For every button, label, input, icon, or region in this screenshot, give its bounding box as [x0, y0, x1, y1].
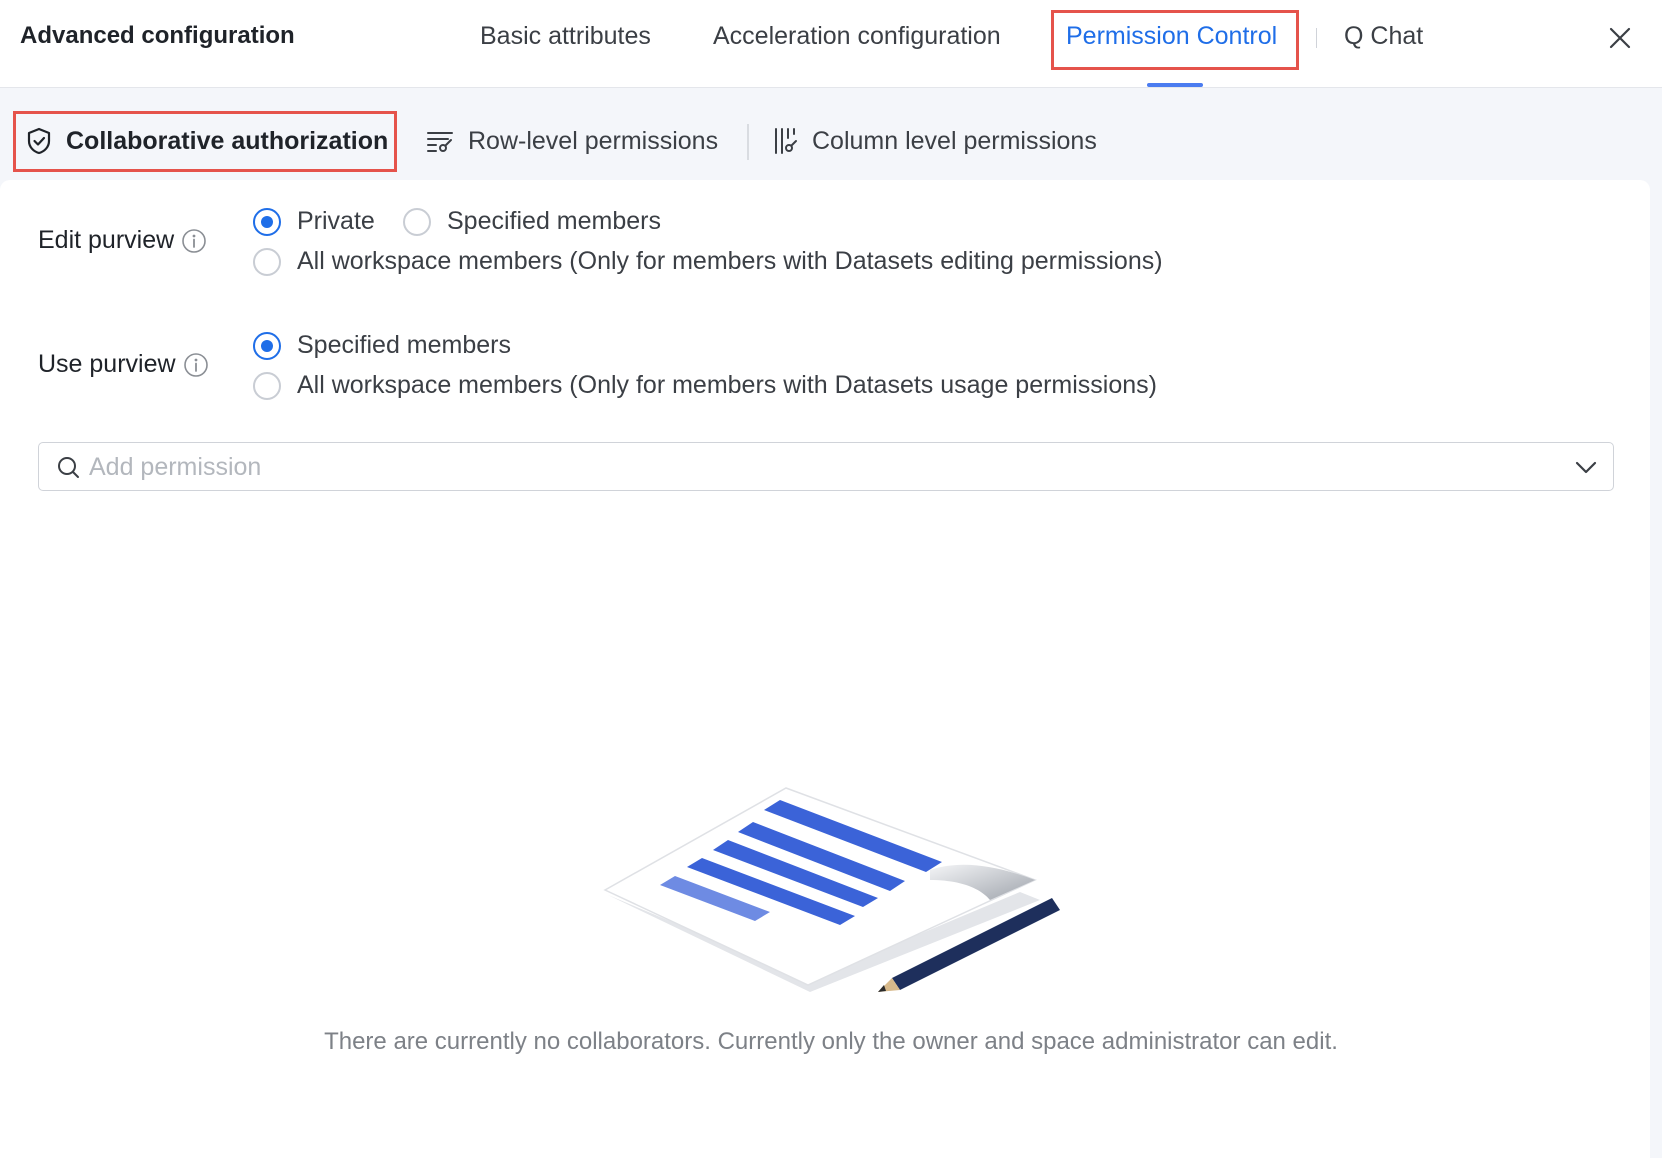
- radio-indicator[interactable]: [403, 207, 431, 236]
- search-icon: [58, 457, 79, 478]
- radio-label: Specified members: [297, 331, 511, 359]
- use-purview-label: Use purview: [38, 350, 209, 379]
- edit-purview-label: Edit purview: [38, 226, 207, 255]
- edit-purview-private-radio[interactable]: Private: [253, 207, 375, 236]
- permission-control-highlight: [1051, 10, 1299, 70]
- use-purview-text: Use purview: [38, 350, 176, 378]
- tab-basic-attributes[interactable]: Basic attributes: [480, 22, 651, 51]
- chevron-down-icon[interactable]: [1575, 457, 1597, 477]
- dialog-header: Advanced configuration Basic attributes …: [0, 0, 1662, 88]
- radio-label: All workspace members (Only for members …: [297, 247, 1163, 275]
- document-pencil-illustration: [603, 787, 1060, 992]
- column-filter-icon: [775, 128, 797, 154]
- collaborative-authorization-highlight: [13, 111, 397, 172]
- edit-purview-text: Edit purview: [38, 226, 175, 254]
- radio-label: Specified members: [447, 207, 661, 235]
- subtab-label: Row-level permissions: [468, 126, 719, 155]
- subtab-row-level-permissions[interactable]: Row-level permissions: [426, 112, 718, 170]
- edit-purview-all-workspace-radio[interactable]: All workspace members (Only for members …: [253, 247, 1163, 276]
- use-purview-specified-members-radio[interactable]: Specified members: [253, 331, 511, 360]
- tab-q-chat[interactable]: Q Chat: [1344, 22, 1423, 51]
- radio-label: Private: [297, 207, 375, 235]
- info-icon[interactable]: [181, 228, 207, 254]
- collaborative-authorization-panel: [0, 180, 1650, 1158]
- close-icon: [1609, 27, 1631, 49]
- active-tab-indicator: [1147, 83, 1203, 87]
- tab-divider: [1316, 28, 1317, 48]
- close-button[interactable]: [1606, 24, 1634, 52]
- radio-indicator[interactable]: [253, 371, 281, 400]
- empty-state-message: There are currently no collaborators. Cu…: [324, 1028, 1338, 1055]
- info-icon[interactable]: [183, 352, 209, 378]
- add-permission-input[interactable]: [89, 451, 1529, 483]
- subtab-label: Column level permissions: [812, 126, 1097, 155]
- tab-acceleration-configuration[interactable]: Acceleration configuration: [713, 22, 1001, 51]
- use-purview-all-workspace-radio[interactable]: All workspace members (Only for members …: [253, 371, 1157, 400]
- dialog-title: Advanced configuration: [20, 22, 295, 49]
- subtab-divider: [747, 124, 749, 160]
- add-permission-select[interactable]: [38, 442, 1614, 491]
- radio-label: All workspace members (Only for members …: [297, 371, 1157, 399]
- radio-indicator[interactable]: [253, 247, 281, 276]
- radio-indicator[interactable]: [253, 331, 281, 360]
- edit-purview-specified-members-radio[interactable]: Specified members: [403, 207, 661, 236]
- subtab-column-level-permissions[interactable]: Column level permissions: [772, 112, 1097, 170]
- radio-indicator[interactable]: [253, 207, 281, 236]
- row-filter-icon: [427, 132, 453, 152]
